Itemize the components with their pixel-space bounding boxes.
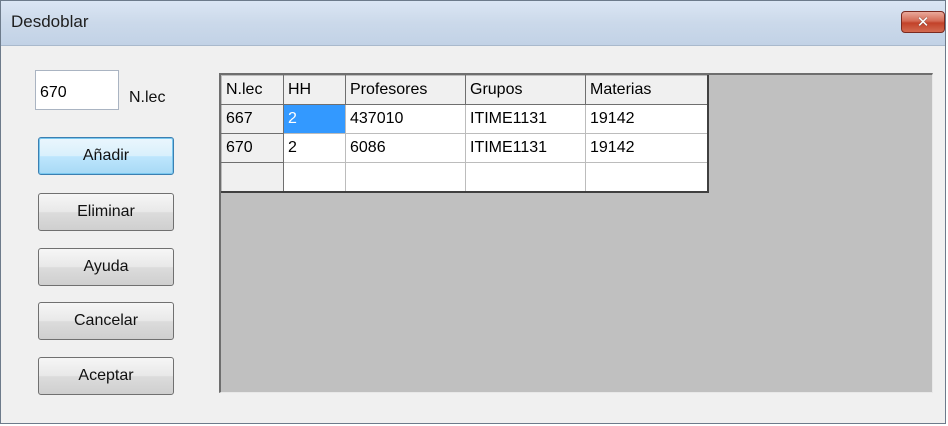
grid-cell-materias[interactable]: [585, 162, 708, 192]
table-row-new[interactable]: [221, 162, 708, 192]
column-header-materias[interactable]: Materias: [585, 75, 708, 105]
close-icon: ✕: [916, 13, 930, 31]
grid-cell-grupos[interactable]: ITIME1131: [465, 133, 586, 163]
grid-cell-profesores[interactable]: [345, 162, 466, 192]
table-row[interactable]: 670 2 6086 ITIME1131 19142: [221, 133, 708, 163]
column-header-profesores[interactable]: Profesores: [345, 75, 466, 105]
cancel-button[interactable]: Cancelar: [38, 302, 174, 340]
nlec-label: N.lec: [129, 89, 166, 106]
grid-cell-hh[interactable]: [283, 162, 346, 192]
close-button[interactable]: ✕: [901, 11, 945, 33]
add-button[interactable]: Añadir: [38, 137, 174, 175]
grid-cell-nlec[interactable]: [221, 162, 284, 192]
data-grid[interactable]: N.lec HH Profesores Grupos Materias 667 …: [221, 75, 709, 193]
help-button[interactable]: Ayuda: [38, 248, 174, 286]
accept-button[interactable]: Aceptar: [38, 357, 174, 395]
window-title: Desdoblar: [11, 12, 89, 31]
grid-cell-hh[interactable]: 2: [283, 133, 346, 163]
nlec-input[interactable]: [35, 70, 119, 110]
delete-button[interactable]: Eliminar: [38, 193, 174, 231]
column-header-nlec[interactable]: N.lec: [221, 75, 284, 105]
grid-cell-grupos[interactable]: [465, 162, 586, 192]
data-grid-panel[interactable]: N.lec HH Profesores Grupos Materias 667 …: [219, 73, 933, 393]
grid-cell-materias[interactable]: 19142: [585, 133, 708, 163]
grid-cell-profesores[interactable]: 437010: [345, 104, 466, 134]
grid-cell-hh-selected[interactable]: 2: [283, 104, 346, 134]
grid-header-row: N.lec HH Profesores Grupos Materias: [221, 75, 708, 105]
table-row[interactable]: 667 2 437010 ITIME1131 19142: [221, 104, 708, 134]
grid-cell-profesores[interactable]: 6086: [345, 133, 466, 163]
column-header-hh[interactable]: HH: [283, 75, 346, 105]
title-bar[interactable]: Desdoblar ✕: [1, 1, 945, 46]
grid-cell-grupos[interactable]: ITIME1131: [465, 104, 586, 134]
grid-cell-materias[interactable]: 19142: [585, 104, 708, 134]
desdoblar-dialog: Desdoblar ✕ N.lec Añadir Eliminar Ayuda …: [0, 0, 946, 424]
column-header-grupos[interactable]: Grupos: [465, 75, 586, 105]
grid-cell-nlec[interactable]: 667: [221, 104, 284, 134]
grid-cell-nlec[interactable]: 670: [221, 133, 284, 163]
